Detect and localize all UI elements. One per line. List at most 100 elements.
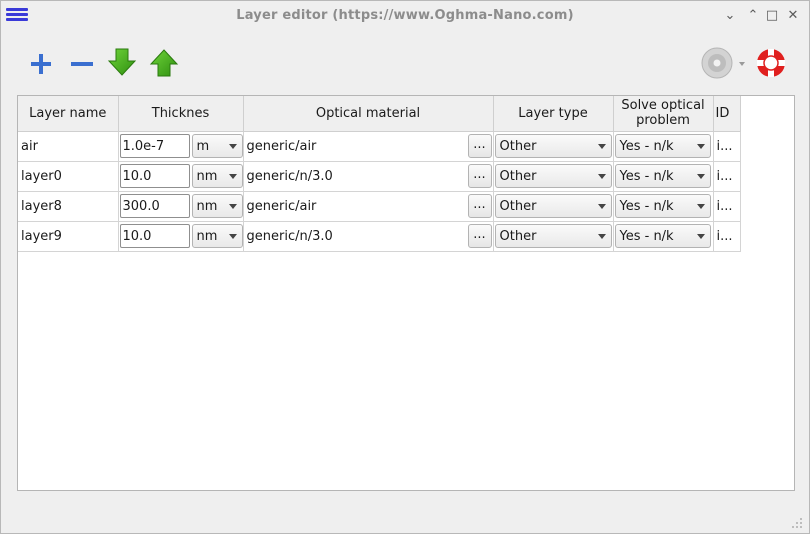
unit-select[interactable]: nm — [191, 194, 243, 218]
header-id[interactable]: ID — [713, 96, 741, 132]
lifebuoy-icon — [757, 49, 785, 77]
chevron-down-icon — [228, 234, 237, 239]
material-cell: generic/n/3.0 ... — [243, 161, 494, 192]
solve-optical-select[interactable]: Yes - n/k — [614, 194, 711, 218]
collapse-window-button[interactable]: ⌄ — [721, 7, 739, 25]
unit-select[interactable]: nm — [191, 164, 243, 188]
thickness-cell: nm — [118, 221, 244, 252]
layer-name-cell[interactable]: layer9 — [18, 221, 119, 252]
layer-name-cell[interactable]: layer8 — [18, 191, 119, 222]
thickness-cell: m — [118, 131, 244, 162]
layer-type-select[interactable]: Other — [494, 224, 612, 248]
layer-type-select[interactable]: Other — [494, 134, 612, 158]
id-cell[interactable]: i... — [713, 161, 741, 192]
header-solve-line1: Solve optical — [621, 98, 705, 114]
move-up-button[interactable] — [147, 47, 181, 81]
id-value: i... — [716, 198, 733, 214]
id-value: i... — [716, 228, 733, 244]
id-cell[interactable]: i... — [713, 221, 741, 252]
solve-value: Yes - n/k — [619, 198, 674, 214]
disc-menu-button[interactable] — [699, 46, 749, 80]
solve-value: Yes - n/k — [619, 168, 674, 184]
browse-material-button[interactable]: ... — [467, 164, 492, 188]
header-thickness[interactable]: Thicknes — [118, 96, 244, 132]
help-button[interactable] — [754, 46, 788, 80]
header-optical-material[interactable]: Optical material — [243, 96, 494, 132]
material-text[interactable]: generic/n/3.0 — [244, 169, 333, 184]
thickness-cell: nm — [118, 191, 244, 222]
layer-type-cell: Other — [493, 191, 614, 222]
resize-grip-icon[interactable] — [791, 517, 803, 529]
maximize-window-button[interactable]: □ — [763, 7, 781, 25]
chevron-down-icon — [696, 174, 705, 179]
chevron-down-icon — [597, 234, 606, 239]
unit-select[interactable]: m — [191, 134, 243, 158]
header-layer-type[interactable]: Layer type — [493, 96, 614, 132]
chevron-down-icon — [228, 174, 237, 179]
thickness-input[interactable] — [119, 164, 190, 188]
layer-type-value: Other — [499, 168, 537, 184]
solve-cell: Yes - n/k — [613, 221, 714, 252]
solve-optical-select[interactable]: Yes - n/k — [614, 164, 711, 188]
remove-layer-button[interactable] — [65, 47, 99, 81]
chevron-down-icon — [228, 204, 237, 209]
header-solve-line2: problem — [636, 113, 690, 129]
expand-window-button[interactable]: ⌃ — [744, 7, 762, 25]
chevron-down-icon — [228, 144, 237, 149]
material-text[interactable]: generic/air — [244, 199, 317, 214]
layer-name: air — [21, 138, 38, 154]
layer-type-cell: Other — [493, 161, 614, 192]
layer-type-cell: Other — [493, 131, 614, 162]
solve-cell: Yes - n/k — [613, 191, 714, 222]
layer-type-select[interactable]: Other — [494, 164, 612, 188]
add-layer-button[interactable] — [24, 47, 58, 81]
disc-icon — [701, 47, 745, 79]
solve-value: Yes - n/k — [619, 138, 674, 154]
table-row: layer9 nm generic/n/3.0 ... — [18, 221, 741, 252]
chevron-down-icon — [597, 174, 606, 179]
title-bar: Layer editor (https://www.Oghma-Nano.com… — [1, 1, 809, 31]
header-solve-optical[interactable]: Solve optical problem — [613, 96, 714, 132]
solve-cell: Yes - n/k — [613, 161, 714, 192]
browse-material-button[interactable]: ... — [467, 134, 492, 158]
plus-icon — [31, 54, 51, 74]
id-cell[interactable]: i... — [713, 191, 741, 222]
unit-value: nm — [196, 198, 218, 214]
chevron-down-icon — [696, 204, 705, 209]
solve-cell: Yes - n/k — [613, 131, 714, 162]
unit-select[interactable]: nm — [191, 224, 243, 248]
solve-optical-select[interactable]: Yes - n/k — [614, 134, 711, 158]
thickness-input[interactable] — [119, 224, 190, 248]
header-layer-name[interactable]: Layer name — [18, 96, 119, 132]
material-text[interactable]: generic/n/3.0 — [244, 229, 333, 244]
browse-material-button[interactable]: ... — [467, 224, 492, 248]
arrow-down-icon — [107, 48, 137, 76]
solve-optical-select[interactable]: Yes - n/k — [614, 224, 711, 248]
layer-table: Layer name Thicknes Optical material Lay… — [17, 95, 795, 491]
arrow-up-icon — [149, 49, 179, 77]
material-cell: generic/air ... — [243, 191, 494, 222]
layer-name: layer9 — [21, 228, 62, 244]
layer-editor-window: Layer editor (https://www.Oghma-Nano.com… — [0, 0, 810, 534]
table-row: layer8 nm generic/air ... — [18, 191, 741, 222]
layer-type-value: Other — [499, 228, 537, 244]
layer-name: layer8 — [21, 198, 62, 214]
id-cell[interactable]: i... — [713, 131, 741, 162]
close-window-button[interactable]: ✕ — [784, 7, 802, 25]
layer-name: layer0 — [21, 168, 62, 184]
thickness-input[interactable] — [119, 194, 190, 218]
unit-value: nm — [196, 168, 218, 184]
layer-name-cell[interactable]: layer0 — [18, 161, 119, 192]
move-down-button[interactable] — [105, 45, 139, 79]
layer-name-cell[interactable]: air — [18, 131, 119, 162]
thickness-input[interactable] — [119, 134, 190, 158]
id-value: i... — [716, 168, 733, 184]
material-text[interactable]: generic/air — [244, 139, 317, 154]
minus-icon — [71, 62, 93, 66]
browse-material-button[interactable]: ... — [467, 194, 492, 218]
layer-type-value: Other — [499, 198, 537, 214]
material-cell: generic/air ... — [243, 131, 494, 162]
chevron-down-icon — [597, 144, 606, 149]
layer-type-select[interactable]: Other — [494, 194, 612, 218]
id-value: i... — [716, 138, 733, 154]
